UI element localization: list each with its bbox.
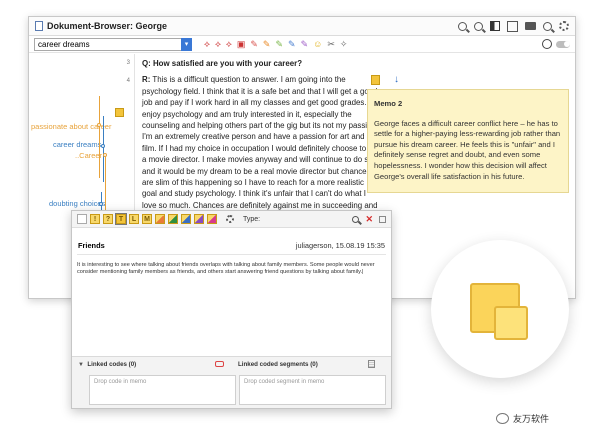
memo-editor-title[interactable]: Friends — [78, 241, 105, 250]
print-icon[interactable] — [525, 22, 536, 30]
linked-segments-header: Linked coded segments (0) — [238, 361, 318, 368]
coding-toolbar: ⟡ ⟡ ⟡ ▣ ✎ ✎ ✎ ✎ ✎ ☺ ✂ ✧ — [204, 39, 348, 49]
emoticon-icon[interactable]: ☺ — [313, 39, 322, 49]
code-icon[interactable]: ⟡ — [204, 39, 210, 49]
edit-toggle — [542, 39, 570, 49]
memo-text: George faces a difficult career conflict… — [374, 118, 561, 181]
segment-list-icon[interactable] — [368, 360, 375, 368]
memo-type-important-icon[interactable]: ! — [90, 214, 100, 224]
edit-mode-icon[interactable] — [542, 39, 552, 49]
code-list-icon[interactable]: ⟡ — [226, 39, 232, 49]
memo-editor-window: ! ? T L M Type: ✕ Friends juliagerson, 1… — [71, 210, 392, 409]
memo-panel[interactable]: Memo 2 George faces a difficult career c… — [367, 89, 569, 193]
code-stripe-handle[interactable] — [97, 123, 101, 127]
line-number: 4 — [126, 78, 130, 84]
search-icon[interactable] — [352, 215, 360, 223]
title-bar: Dokument-Browser: George — [29, 17, 575, 36]
memo-title: Memo 2 — [374, 99, 403, 108]
title-toolbar — [458, 20, 569, 32]
wechat-icon — [496, 413, 509, 424]
memo-body-editor[interactable]: It is interesting to see where talking a… — [77, 254, 386, 349]
memo-type-method-icon[interactable]: M — [142, 214, 152, 224]
pin-icon[interactable] — [379, 215, 386, 223]
question-text: Q: How satisfied are you with your caree… — [142, 59, 303, 68]
linked-codes-header[interactable]: ▼ Linked codes (0) — [78, 361, 136, 368]
highlighter-red-icon[interactable]: ✎ — [250, 39, 258, 49]
memo-type-blue-icon[interactable] — [181, 214, 191, 224]
code-in-vivo-icon[interactable]: ⟡ — [215, 39, 221, 49]
memo-header: Friends juliagerson, 15.08.19 15:35 — [72, 228, 391, 254]
window-title: Dokument-Browser: George — [47, 21, 168, 31]
code-stripe-career — [105, 154, 106, 214]
link-code-icon[interactable] — [215, 361, 224, 367]
watermark: 友万软件 — [496, 412, 549, 425]
watermark-text: 友万软件 — [513, 414, 550, 424]
memo-icon[interactable] — [371, 75, 380, 85]
drop-code-area[interactable]: Drop code in memo — [89, 375, 236, 405]
chevron-down-icon[interactable]: ▾ — [181, 37, 192, 51]
memo-type-question-icon[interactable]: ? — [103, 214, 113, 224]
search-code-icon[interactable] — [474, 21, 483, 31]
code-frame-icon[interactable]: ▣ — [237, 39, 246, 49]
page: Dokument-Browser: George career dreams ▾… — [0, 0, 600, 438]
arrow-down-icon[interactable]: ↓ — [394, 75, 399, 85]
memo-editor-actions: ✕ — [352, 214, 386, 225]
answer-prefix: R: — [142, 75, 151, 85]
memo-type-text-icon[interactable]: T — [115, 213, 127, 225]
chevron-down-icon: ▼ — [78, 362, 84, 368]
type-label: Type: — [243, 215, 261, 223]
memo-author-date: juliagerson, 15.08.19 15:35 — [295, 241, 385, 250]
memo-type-pink-icon[interactable] — [207, 214, 217, 224]
large-memo-icon-front — [494, 306, 528, 340]
search-icon[interactable] — [458, 21, 467, 31]
edit-mode-switch[interactable] — [556, 40, 570, 48]
highlighter-green-icon[interactable]: ✎ — [275, 39, 283, 49]
line-number: 3 — [126, 60, 130, 66]
memo-panel-header: ↓ — [371, 75, 399, 85]
memo-type-green-icon[interactable] — [168, 214, 178, 224]
linked-segments-label: Linked coded segments (0) — [238, 361, 318, 368]
document-icon — [35, 21, 43, 31]
memo-type-red-icon[interactable] — [155, 214, 165, 224]
code-stripe-handle[interactable] — [101, 144, 105, 148]
memo-type-literature-icon[interactable]: L — [129, 214, 139, 224]
linked-codes-label: Linked codes (0) — [87, 361, 137, 368]
code-stripe-passionate — [99, 96, 100, 178]
highlighter-orange-icon[interactable]: ✎ — [263, 39, 271, 49]
search-bar: career dreams ▾ ⟡ ⟡ ⟡ ▣ ✎ ✎ ✎ ✎ ✎ ☺ ✂ ✧ — [29, 36, 575, 53]
export-icon[interactable] — [507, 20, 518, 32]
code-label-doubting-choices[interactable]: doubting choices — [49, 199, 105, 208]
gear-icon[interactable] — [559, 21, 569, 31]
code-label-career-dreams[interactable]: career dreams — [53, 140, 101, 149]
zoom-icon[interactable] — [543, 21, 552, 31]
symbol-icon[interactable]: ✂ — [327, 39, 335, 49]
code-stripe-career-dreams — [103, 116, 104, 182]
code-stripe-handle[interactable] — [99, 202, 103, 206]
search-input[interactable]: career dreams ▾ — [34, 37, 192, 51]
gear-icon[interactable] — [226, 215, 234, 223]
document-text: Q: How satisfied are you with your caree… — [142, 58, 378, 234]
memo-type-blank-icon[interactable] — [77, 214, 87, 224]
memo-icon[interactable] — [115, 108, 124, 117]
drop-segment-area[interactable]: Drop coded segment in memo — [239, 375, 386, 405]
memo-type-purple-icon[interactable] — [194, 214, 204, 224]
linked-items-panel: ▼ Linked codes (0) Linked coded segments… — [72, 356, 391, 408]
search-input-value: career dreams — [38, 39, 90, 49]
split-view-icon[interactable] — [490, 21, 500, 31]
eraser-icon[interactable]: ✧ — [340, 39, 348, 49]
memo-editor-toolbar: ! ? T L M Type: ✕ — [72, 211, 391, 228]
delete-icon[interactable]: ✕ — [365, 214, 373, 225]
highlighter-purple-icon[interactable]: ✎ — [301, 39, 309, 49]
highlighter-blue-icon[interactable]: ✎ — [288, 39, 296, 49]
